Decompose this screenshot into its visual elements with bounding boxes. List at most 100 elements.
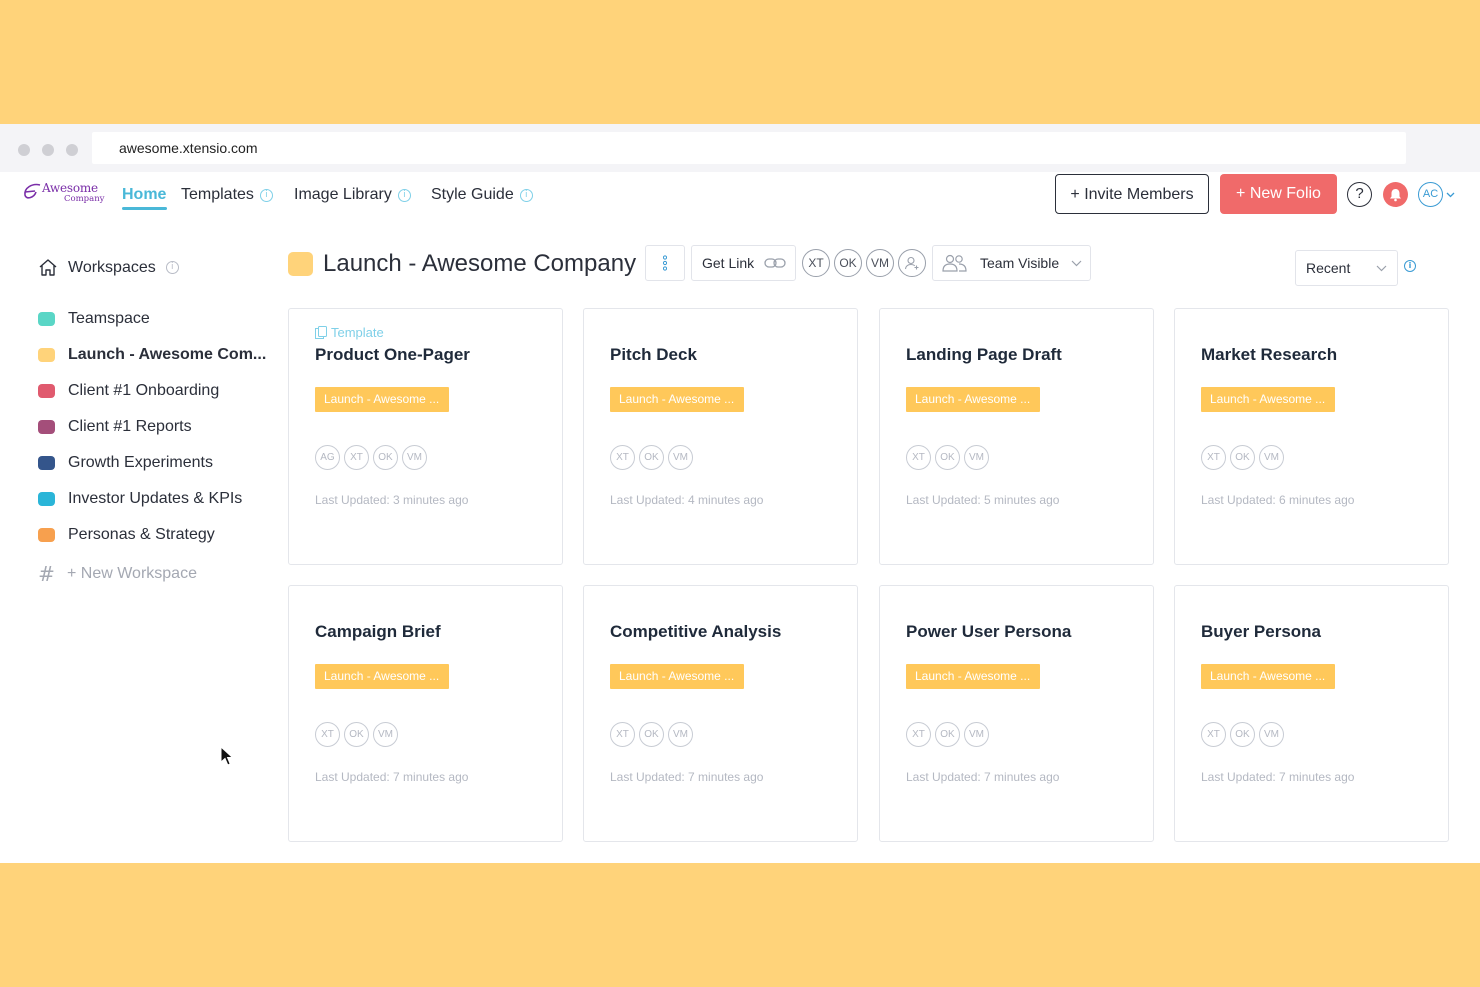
workspace-tag[interactable]: Launch - Awesome ... [1201, 664, 1335, 689]
logo-swoosh-icon [24, 183, 41, 199]
folio-card[interactable]: Template Product One-Pager Launch - Awes… [288, 308, 563, 565]
visibility-dropdown[interactable]: Team Visible [932, 245, 1091, 281]
sidebar-item-teamspace[interactable]: Teamspace [38, 310, 150, 328]
folio-card[interactable]: Competitive Analysis Launch - Awesome ..… [583, 585, 858, 842]
close-window-button[interactable] [18, 144, 30, 156]
folio-card[interactable]: Power User Persona Launch - Awesome ... … [879, 585, 1154, 842]
avatar: XT [344, 445, 369, 470]
workspace-tag[interactable]: Launch - Awesome ... [610, 664, 744, 689]
sidebar-item-client-1-onboarding[interactable]: Client #1 Onboarding [38, 382, 219, 400]
avatar: OK [935, 445, 960, 470]
sidebar-item-label: Launch - Awesome Com... [68, 346, 267, 363]
last-updated: Last Updated: 7 minutes ago [906, 770, 1060, 784]
card-avatars: XT OK VM [906, 445, 989, 470]
last-updated: Last Updated: 3 minutes ago [315, 493, 469, 507]
brand-logo[interactable]: Awesome Company [22, 180, 112, 208]
sidebar-item-client-1-reports[interactable]: Client #1 Reports [38, 418, 192, 436]
minimize-window-button[interactable] [42, 144, 54, 156]
info-icon[interactable]: i [259, 188, 273, 202]
maximize-window-button[interactable] [66, 144, 78, 156]
info-icon[interactable]: i [1404, 260, 1416, 272]
get-link-label: Get Link [702, 255, 755, 271]
card-title: Pitch Deck [610, 345, 697, 364]
card-title: Competitive Analysis [610, 622, 782, 641]
last-updated: Last Updated: 7 minutes ago [610, 770, 764, 784]
get-link-button[interactable]: Get Link [691, 245, 796, 281]
workspace-color-swatch [38, 420, 55, 434]
address-bar[interactable]: awesome.xtensio.com [92, 132, 1406, 164]
card-avatars: XT OK VM [610, 445, 693, 470]
nav-home[interactable]: Home [122, 184, 166, 206]
card-avatars: XT OK VM [906, 722, 989, 747]
active-nav-underline [122, 207, 167, 210]
card-title: Power User Persona [906, 622, 1072, 641]
chevron-down-icon [1071, 260, 1082, 266]
info-icon[interactable]: i [519, 188, 533, 202]
invite-members-button[interactable]: + Invite Members [1055, 174, 1209, 214]
avatar: OK [344, 722, 369, 747]
workspace-color-swatch [38, 456, 55, 470]
folio-card[interactable]: Campaign Brief Launch - Awesome ... XT O… [288, 585, 563, 842]
workspace-tag[interactable]: Launch - Awesome ... [1201, 387, 1335, 412]
avatar: XT [1201, 722, 1226, 747]
workspace-title: Launch - Awesome Company [323, 250, 637, 277]
add-member-button[interactable] [898, 249, 926, 277]
card-avatars: AG XT OK VM [315, 445, 427, 470]
sidebar-item-label: Client #1 Reports [68, 418, 192, 435]
card-avatars: XT OK VM [610, 722, 693, 747]
help-icon[interactable]: ? [1347, 182, 1372, 207]
new-folio-button[interactable]: + New Folio [1220, 174, 1337, 214]
sidebar-item-label: Client #1 Onboarding [68, 382, 220, 399]
workspace-tag[interactable]: Launch - Awesome ... [315, 664, 449, 689]
chevron-down-icon [1446, 192, 1455, 197]
kebab-menu-icon [663, 255, 667, 271]
browser-chrome: awesome.xtensio.com [0, 124, 1480, 172]
avatar: OK [1230, 722, 1255, 747]
folio-card[interactable]: Market Research Launch - Awesome ... XT … [1174, 308, 1449, 565]
avatar: VM [964, 445, 989, 470]
avatar: OK [935, 722, 960, 747]
sort-dropdown[interactable]: Recent [1295, 250, 1398, 286]
sidebar-item-label: Teamspace [68, 310, 150, 327]
template-label: Template [331, 325, 384, 340]
avatar: XT [315, 722, 340, 747]
avatar: VM [668, 722, 693, 747]
folio-card[interactable]: Landing Page Draft Launch - Awesome ... … [879, 308, 1154, 565]
account-menu[interactable]: AC [1418, 182, 1455, 207]
workspace-tag[interactable]: Launch - Awesome ... [610, 387, 744, 412]
folio-card[interactable]: Pitch Deck Launch - Awesome ... XT OK VM… [583, 308, 858, 565]
workspace-tag[interactable]: Launch - Awesome ... [906, 664, 1040, 689]
card-title: Buyer Persona [1201, 622, 1321, 641]
info-icon[interactable]: i [397, 188, 411, 202]
avatar: AG [315, 445, 340, 470]
avatar: VM [1259, 445, 1284, 470]
notifications-button[interactable] [1383, 182, 1408, 207]
avatar: VM [402, 445, 427, 470]
workspace-color-swatch [38, 384, 55, 398]
nav-templates[interactable]: Templates i [181, 184, 273, 206]
sidebar-item-personas-strategy[interactable]: Personas & Strategy [38, 526, 215, 544]
card-avatars: XT OK VM [1201, 445, 1284, 470]
sidebar-item-investor-updates-kpis[interactable]: Investor Updates & KPIs [38, 490, 242, 508]
bell-icon [1390, 188, 1401, 201]
workspace-toolbar: Launch - Awesome Company Get Link XT OK … [0, 245, 1480, 286]
workspace-options-button[interactable] [645, 245, 685, 281]
sidebar-item-growth-experiments[interactable]: Growth Experiments [38, 454, 213, 472]
link-icon [764, 258, 786, 268]
card-title: Product One-Pager [315, 345, 470, 364]
nav-templates-label: Templates [181, 186, 254, 203]
template-badge: Template [315, 325, 384, 340]
folio-card[interactable]: Buyer Persona Launch - Awesome ... XT OK… [1174, 585, 1449, 842]
nav-image-library[interactable]: Image Library i [294, 184, 411, 206]
member-avatar[interactable]: VM [866, 249, 894, 277]
workspace-tag[interactable]: Launch - Awesome ... [906, 387, 1040, 412]
member-avatar[interactable]: OK [834, 249, 862, 277]
new-workspace-button[interactable]: # + New Workspace [38, 562, 197, 586]
avatar: VM [964, 722, 989, 747]
avatar: XT [610, 722, 635, 747]
sidebar-item-launch-awesome-company[interactable]: Launch - Awesome Com... [38, 346, 266, 364]
nav-style-guide[interactable]: Style Guide i [431, 184, 533, 206]
member-avatar[interactable]: XT [802, 249, 830, 277]
workspace-tag[interactable]: Launch - Awesome ... [315, 387, 449, 412]
avatar: OK [639, 445, 664, 470]
